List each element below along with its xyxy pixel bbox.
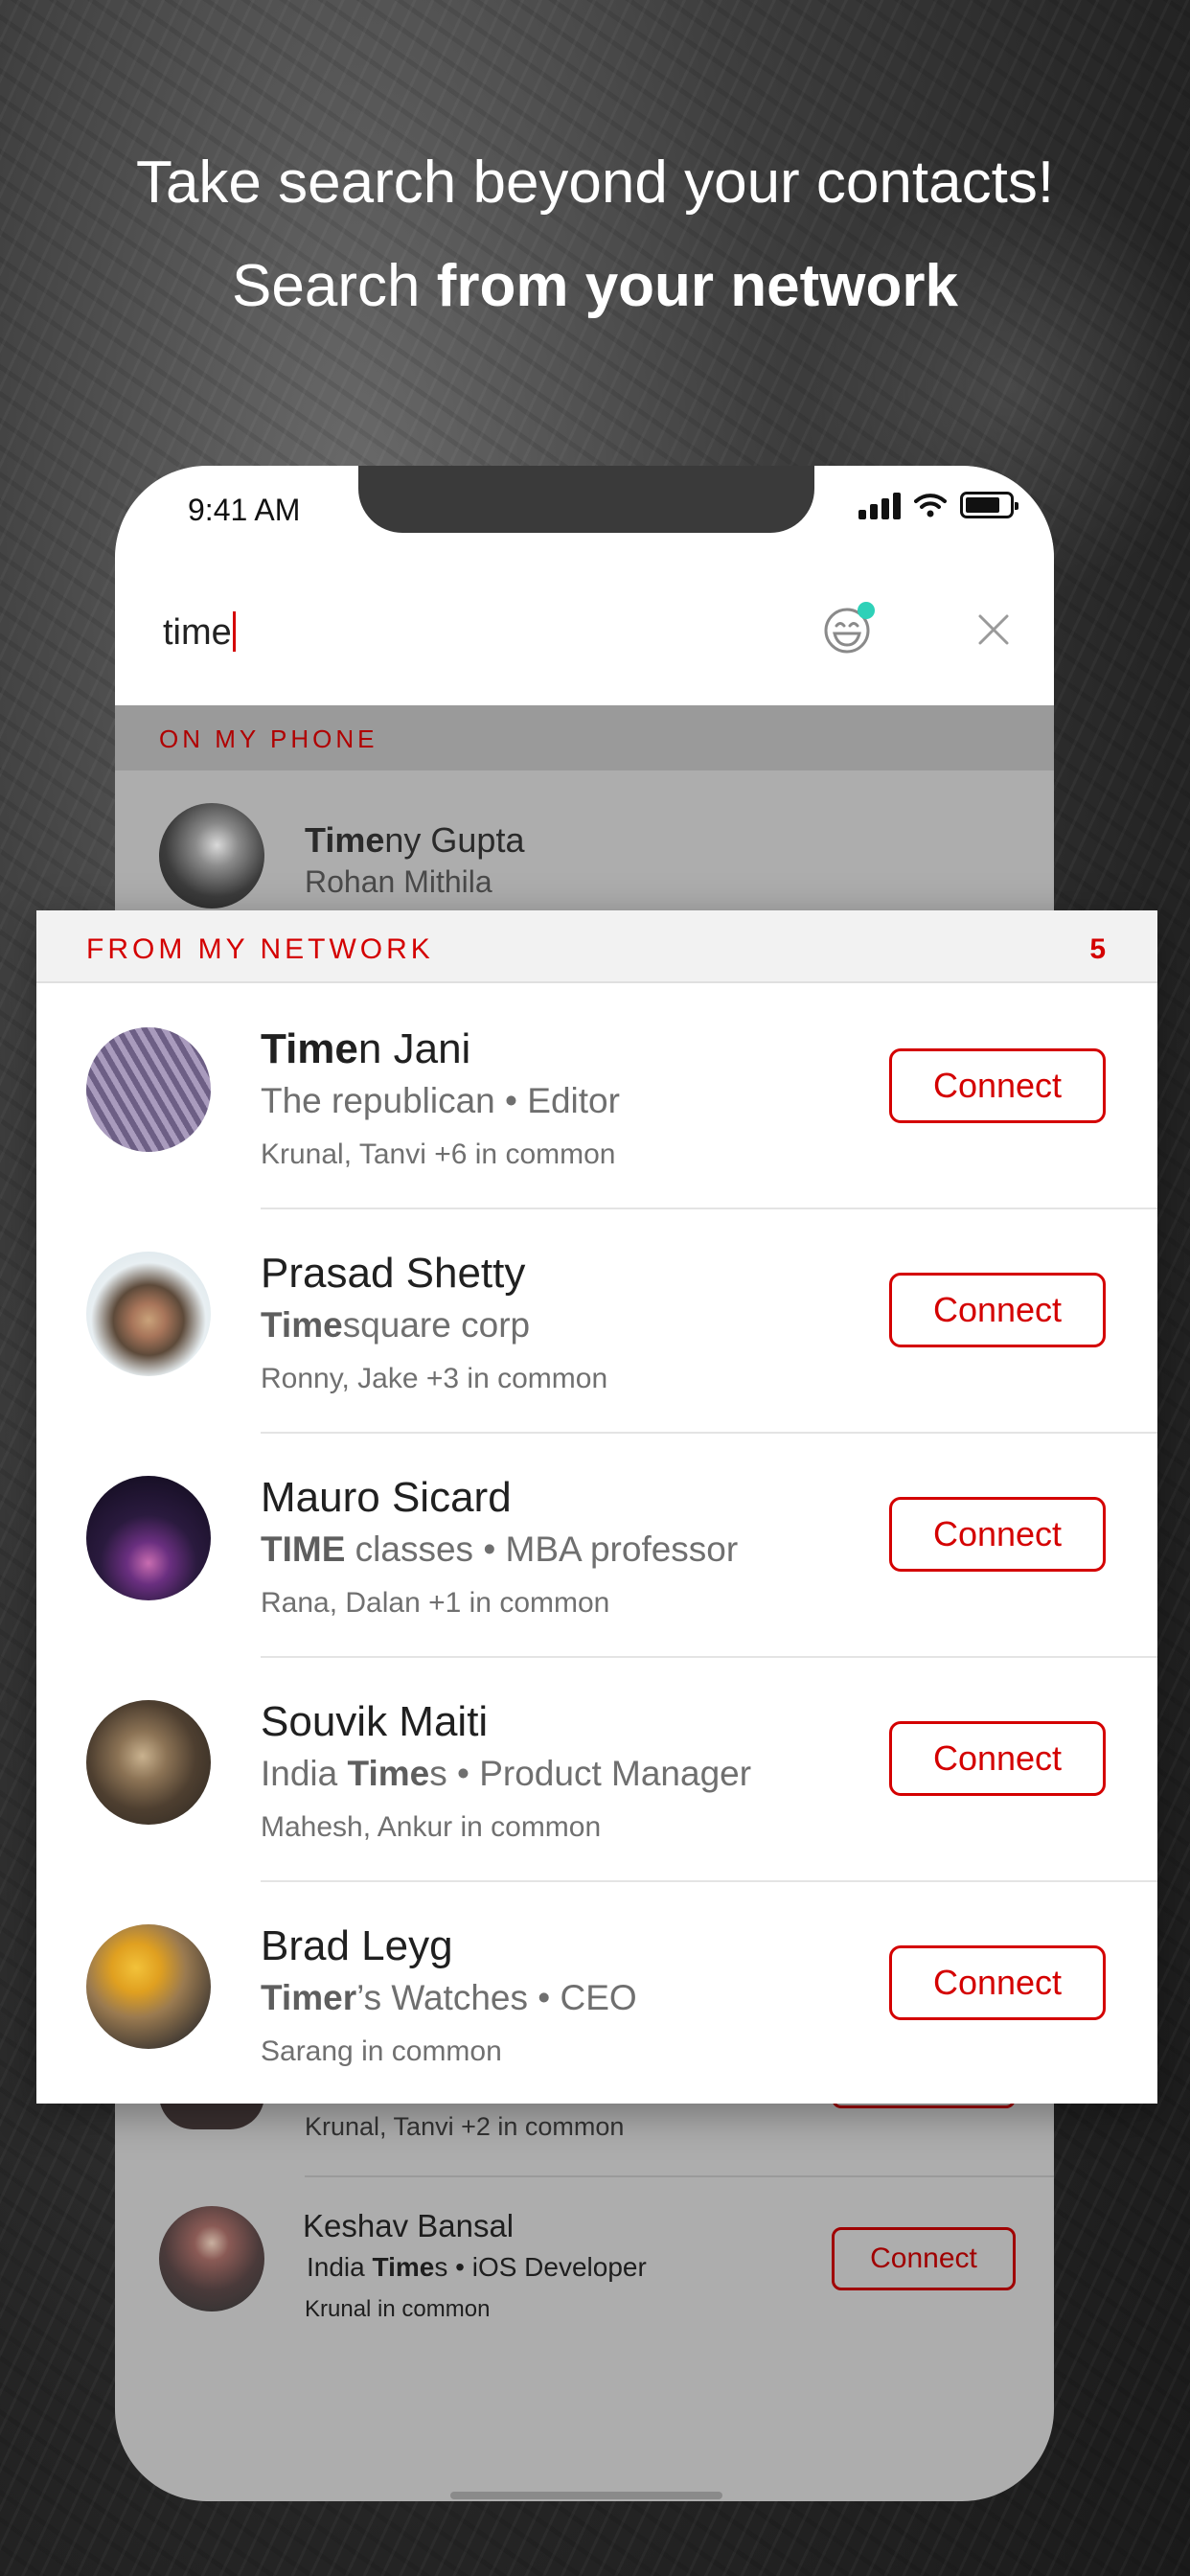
contact-name: Souvik Maiti bbox=[261, 1698, 489, 1745]
close-icon[interactable] bbox=[977, 613, 1010, 646]
home-indicator bbox=[450, 2492, 722, 2499]
phone-header: 9:41 AM time bbox=[115, 466, 1054, 705]
on-my-phone-header: ON MY PHONE bbox=[115, 705, 1054, 770]
network-row[interactable]: Mauro Sicard TIME classes • MBA professo… bbox=[36, 1434, 1157, 1658]
mutual-connections: Ronny, Jake +3 in common bbox=[261, 1363, 608, 1394]
contact-subtitle: India Times • Product Manager bbox=[261, 1754, 752, 1793]
status-time: 9:41 AM bbox=[188, 493, 301, 527]
connect-button[interactable]: Connect bbox=[889, 1273, 1106, 1347]
promo-line-1: Take search beyond your contacts! bbox=[135, 150, 1055, 216]
promo-subheadline: Search from your network bbox=[0, 257, 1190, 316]
connect-button[interactable]: Connect bbox=[889, 1048, 1106, 1123]
search-input[interactable]: time bbox=[163, 611, 236, 654]
mutual-connections: Sarang in common bbox=[261, 2036, 502, 2067]
network-section-header: FROM MY NETWORK 5 bbox=[36, 910, 1157, 983]
connect-button[interactable]: Connect bbox=[832, 2227, 1016, 2290]
search-query: time bbox=[163, 612, 232, 653]
contact-name: Timeny Gupta bbox=[305, 820, 525, 860]
connect-button[interactable]: Connect bbox=[889, 1497, 1106, 1572]
avatar bbox=[159, 803, 264, 908]
result-count: 5 bbox=[1089, 933, 1106, 965]
avatar bbox=[86, 1476, 211, 1600]
network-results-card: FROM MY NETWORK 5 Timen Jani The republi… bbox=[36, 910, 1157, 2104]
contact-name: Mauro Sicard bbox=[261, 1474, 512, 1521]
mutual-connections: Krunal, Tanvi +2 in common bbox=[305, 2112, 625, 2141]
contact-subtitle: TIME classes • MBA professor bbox=[261, 1530, 739, 1569]
contact-name: Keshav Bansal bbox=[303, 2208, 515, 2243]
network-section-label: FROM MY NETWORK bbox=[86, 933, 434, 965]
contact-name: Prasad Shetty bbox=[261, 1250, 526, 1297]
contact-subtitle: Rohan Mithila bbox=[305, 864, 492, 899]
contact-name: Timen Jani bbox=[261, 1025, 471, 1072]
smiley-icon[interactable] bbox=[822, 600, 878, 656]
contact-name: Brad Leyg bbox=[261, 1922, 453, 1969]
promo-line-2-bold: from your network bbox=[436, 253, 958, 319]
contact-subtitle: The republican • Editor bbox=[261, 1081, 620, 1120]
mutual-connections: Krunal in common bbox=[305, 2296, 491, 2322]
signal-icon bbox=[858, 491, 901, 519]
network-row[interactable]: Souvik Maiti India Times • Product Manag… bbox=[36, 1658, 1157, 1882]
contact-subtitle: Timer’s Watches • CEO bbox=[261, 1978, 637, 2017]
connect-button[interactable]: Connect bbox=[889, 1721, 1106, 1796]
phone-contact-row[interactable]: Timeny Gupta Rohan Mithila bbox=[115, 770, 1054, 914]
mutual-connections: Rana, Dalan +1 in common bbox=[261, 1587, 610, 1619]
phone-notch bbox=[358, 466, 814, 533]
promo-headline: Take search beyond your contacts! bbox=[0, 153, 1190, 213]
avatar bbox=[86, 1924, 211, 2049]
avatar bbox=[86, 1252, 211, 1376]
mutual-connections: Krunal, Tanvi +6 in common bbox=[261, 1138, 616, 1170]
avatar bbox=[86, 1700, 211, 1825]
promo-line-2-prefix: Search bbox=[232, 253, 437, 319]
mutual-connections: Mahesh, Ankur in common bbox=[261, 1811, 602, 1843]
contact-subtitle: Timesquare corp bbox=[261, 1305, 531, 1345]
battery-icon bbox=[960, 492, 1018, 518]
contact-subtitle: India Times • iOS Developer bbox=[307, 2252, 647, 2282]
network-row[interactable]: Timen Jani The republican • Editor Kruna… bbox=[36, 985, 1157, 1209]
network-row[interactable]: Prasad Shetty Timesquare corp Ronny, Jak… bbox=[36, 1209, 1157, 1434]
avatar bbox=[159, 2206, 264, 2312]
network-row[interactable]: Brad Leyg Timer’s Watches • CEO Sarang i… bbox=[36, 1882, 1157, 2106]
on-my-phone-label: ON MY PHONE bbox=[159, 724, 378, 753]
status-icons bbox=[858, 491, 1018, 519]
wifi-icon bbox=[914, 494, 947, 518]
connect-button[interactable]: Connect bbox=[889, 1945, 1106, 2020]
text-caret bbox=[232, 611, 236, 652]
avatar bbox=[86, 1027, 211, 1152]
row-divider bbox=[305, 2175, 1054, 2177]
